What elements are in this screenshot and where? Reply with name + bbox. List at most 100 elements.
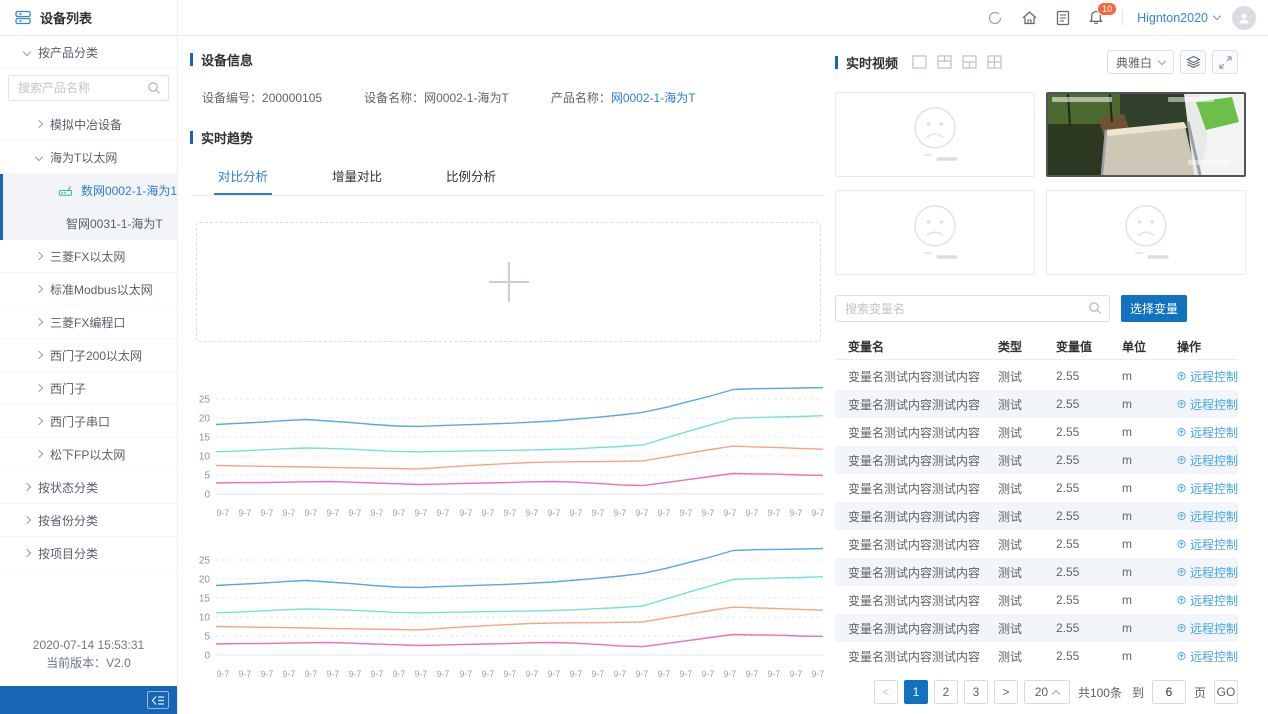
x-tick-label: 9-7 [371,508,384,518]
remote-control-link[interactable]: 远程控制 [1177,396,1238,413]
cell-value: 2.55 [1043,593,1109,607]
cell-action: 远程控制 [1171,368,1238,385]
remote-control-link[interactable]: 远程控制 [1177,508,1238,525]
home-button[interactable] [1021,10,1038,26]
page-button-3[interactable]: 3 [964,680,988,704]
x-tick-label: 9-7 [812,508,825,518]
next-page-button[interactable]: > [994,680,1018,704]
theme-select[interactable]: 典雅白 [1107,50,1174,74]
chevron-right-icon [35,450,43,458]
x-tick-label: 9-7 [569,508,582,518]
jump-page-input[interactable] [1152,680,1186,704]
notification-badge: 10 [1097,2,1117,16]
sidebar-item-6[interactable]: 三菱FX以太网 [0,240,177,273]
cell-unit: m [1109,453,1171,467]
cell-variable-name: 变量名测试内容测试内容 [835,452,985,469]
refresh-button[interactable] [987,10,1003,26]
remote-control-link[interactable]: 远程控制 [1177,592,1238,609]
remote-control-link[interactable]: 远程控制 [1177,480,1238,497]
x-tick-label: 9-7 [613,508,626,518]
tab-3[interactable]: 比例分析 [442,159,500,195]
sidebar-item-2[interactable]: 模拟中冶设备 [0,108,177,141]
video-title-row: 实时视频 [835,53,898,72]
select-variable-button[interactable]: 选择变量 [1121,295,1187,322]
x-tick-label: 9-7 [746,669,759,679]
sidebar-item-8[interactable]: 三菱FX编程口 [0,306,177,339]
remote-control-label: 远程控制 [1190,480,1238,497]
layout-two-pane-icon[interactable] [937,55,952,69]
document-button[interactable] [1056,10,1070,26]
go-button[interactable]: GO [1214,680,1238,704]
table-row: 变量名测试内容测试内容测试2.55m远程控制 [835,474,1238,502]
main-area: 10 Hignton2020 设备信息 设备编号：2000 [178,0,1268,714]
prev-page-button[interactable]: < [874,680,898,704]
tab-1[interactable]: 对比分析 [214,159,272,195]
sidebar-item-9[interactable]: 西门子200以太网 [0,339,177,372]
fullscreen-button[interactable] [1212,50,1238,74]
sidebar-item-13[interactable]: 按状态分类 [0,471,177,504]
remote-control-link[interactable]: 远程控制 [1177,536,1238,553]
x-tick-label: 9-7 [239,669,252,679]
layers-button[interactable] [1180,50,1206,74]
x-tick-label: 9-7 [481,508,494,518]
x-tick-label: 9-7 [415,508,428,518]
video-slot-empty-4[interactable] [1046,190,1246,275]
remote-control-link[interactable]: 远程控制 [1177,564,1238,581]
x-tick-label: 9-7 [393,669,406,679]
trend-title-row: 实时趋势 [190,128,825,147]
page-button-2[interactable]: 2 [934,680,958,704]
remote-control-icon [1177,398,1186,410]
sidebar-item-7[interactable]: 标准Modbus以太网 [0,273,177,306]
remote-control-link[interactable]: 远程控制 [1177,452,1238,469]
layout-three-pane-icon[interactable] [962,55,977,69]
layout-four-grid-icon[interactable] [987,55,1002,69]
video-slot-empty-3[interactable] [835,190,1035,275]
no-video-placeholder-icon [887,196,983,270]
sidebar-item-label: 按省份分类 [38,512,98,529]
svg-text:5: 5 [204,632,210,643]
page-button-1[interactable]: 1 [904,680,928,704]
variable-search-input[interactable] [835,295,1110,322]
jump-to-label: 到 [1132,684,1144,701]
svg-text:20: 20 [199,575,211,586]
x-tick-label: 9-7 [702,508,715,518]
device-info-value[interactable]: 网0002-1-海为T [611,91,696,105]
svg-text:10: 10 [199,613,211,624]
remote-control-link[interactable]: 远程控制 [1177,648,1238,665]
sidebar-item-10[interactable]: 西门子 [0,372,177,405]
notifications-button[interactable]: 10 [1088,9,1104,26]
remote-control-link[interactable]: 远程控制 [1177,368,1238,385]
cell-type: 测试 [985,368,1043,385]
header-divider [1122,10,1123,26]
remote-control-link[interactable]: 远程控制 [1177,424,1238,441]
video-slot-camera[interactable] [1046,92,1246,177]
cell-value: 2.55 [1043,481,1109,495]
sidebar-item-label: 数网0002-1-海为1 [81,182,177,199]
sidebar-item-1[interactable]: 按产品分类 [0,36,177,69]
user-menu[interactable]: Hignton2020 [1137,11,1220,25]
selected-device-group: 数网0002-1-海为1 智网0031-1-海为T [0,174,177,240]
sidebar-item-11[interactable]: 西门子串口 [0,405,177,438]
x-tick-label: 9-7 [459,669,472,679]
remote-control-link[interactable]: 远程控制 [1177,620,1238,637]
device-info-field-2: 设备名称：网0002-1-海为T [364,89,509,106]
collapse-sidebar-button[interactable] [147,691,169,709]
trend-tabs: 对比分析 增量对比 比例分析 [190,159,825,196]
x-tick-label: 9-7 [591,508,604,518]
video-slot-empty-1[interactable] [835,92,1035,177]
sidebar-item-5[interactable]: 智网0031-1-海为T [3,207,177,240]
cell-type: 测试 [985,564,1043,581]
sidebar-item-4[interactable]: 数网0002-1-海为1 [3,174,177,207]
product-search-input[interactable] [8,75,169,101]
page-size-select[interactable]: 20 [1024,680,1070,704]
sidebar-item-12[interactable]: 松下FP以太网 [0,438,177,471]
column-header: 类型 [985,338,1043,355]
sidebar-item-15[interactable]: 按项目分类 [0,537,177,570]
sidebar-item-14[interactable]: 按省份分类 [0,504,177,537]
sidebar-item-3[interactable]: 海为T以太网 [0,141,177,174]
tab-2[interactable]: 增量对比 [328,159,386,195]
add-chart-dropzone[interactable] [196,222,821,342]
layout-single-icon[interactable] [912,55,927,69]
sidebar: 设备列表 按产品分类模拟中冶设备海为T以太网数网0002-1-海为1智网0031… [0,0,178,714]
avatar[interactable] [1232,6,1256,30]
